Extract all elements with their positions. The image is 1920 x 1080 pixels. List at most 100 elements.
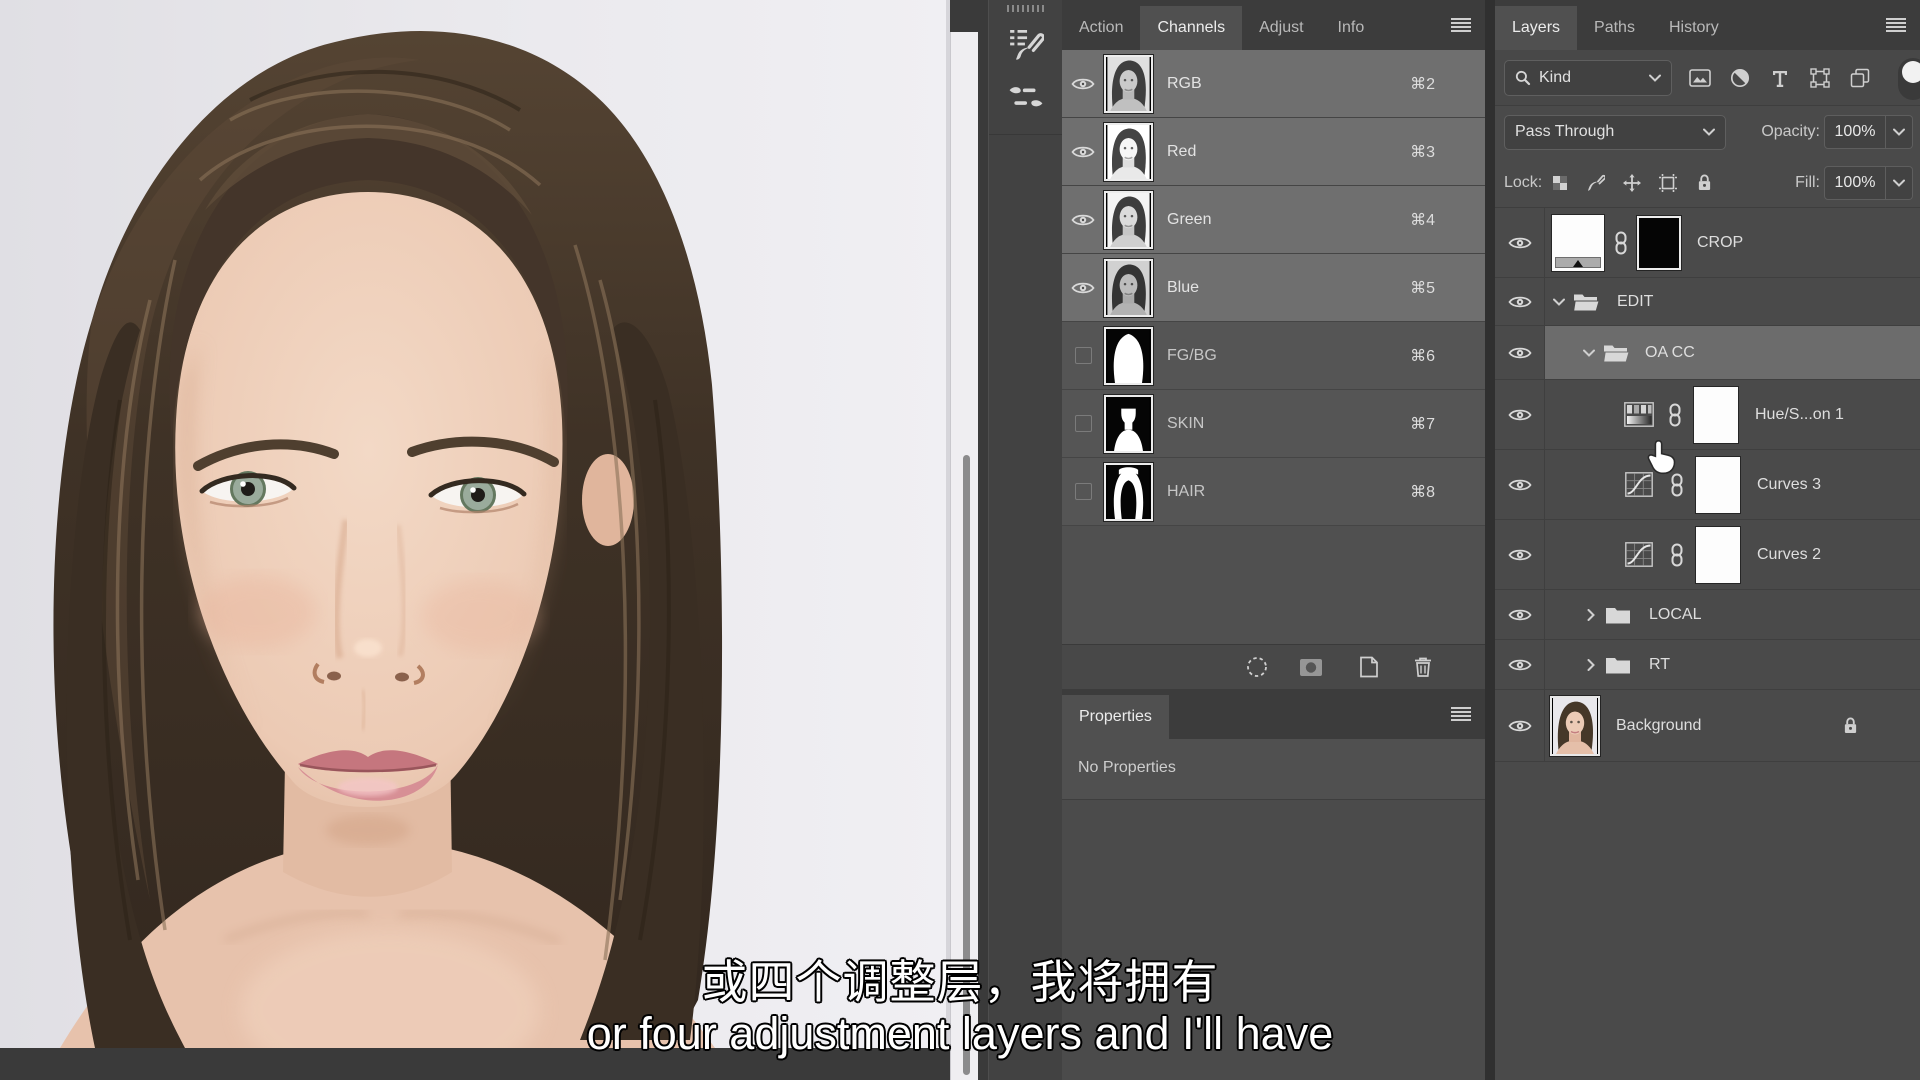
smart-object-filter-icon bbox=[1850, 68, 1870, 88]
layer-row-crop[interactable]: CROP bbox=[1495, 208, 1920, 278]
channel-row-fgbg[interactable]: FG/BG ⌘6 bbox=[1062, 322, 1485, 390]
lock-all-button[interactable] bbox=[1686, 168, 1722, 198]
kind-filter-dropdown[interactable]: Kind bbox=[1504, 59, 1672, 96]
brushes-panel-button[interactable] bbox=[998, 74, 1054, 120]
filter-shape-layers-button[interactable] bbox=[1800, 60, 1840, 96]
layer-name[interactable]: Hue/S...on 1 bbox=[1755, 406, 1844, 424]
eye-empty-well bbox=[1074, 483, 1092, 500]
visibility-toggle[interactable] bbox=[1495, 380, 1545, 449]
visibility-toggle[interactable] bbox=[1062, 281, 1104, 295]
visibility-toggle[interactable] bbox=[1495, 326, 1545, 379]
layer-name[interactable]: OA CC bbox=[1645, 344, 1695, 362]
visibility-toggle[interactable] bbox=[1062, 415, 1104, 432]
brush-settings-panel-button[interactable] bbox=[998, 20, 1054, 66]
tab-history[interactable]: History bbox=[1652, 6, 1736, 50]
tab-action[interactable]: Action bbox=[1062, 6, 1140, 50]
channel-row-hair[interactable]: HAIR ⌘8 bbox=[1062, 458, 1485, 526]
visibility-toggle[interactable] bbox=[1495, 278, 1545, 325]
visibility-toggle[interactable] bbox=[1495, 640, 1545, 689]
layer-name[interactable]: RT bbox=[1649, 656, 1670, 674]
visibility-toggle[interactable] bbox=[1495, 690, 1545, 761]
layer-row-oa-cc[interactable]: OA CC bbox=[1495, 326, 1920, 380]
chevron-down-icon[interactable] bbox=[1553, 298, 1565, 306]
visibility-toggle[interactable] bbox=[1062, 483, 1104, 500]
filter-pixel-layers-button[interactable] bbox=[1680, 60, 1720, 96]
save-selection-button[interactable] bbox=[1298, 654, 1324, 680]
tab-properties[interactable]: Properties bbox=[1062, 695, 1169, 739]
delete-channel-button[interactable] bbox=[1410, 654, 1436, 680]
tab-adjust[interactable]: Adjust bbox=[1242, 6, 1320, 50]
panel-menu-icon[interactable] bbox=[1451, 18, 1471, 32]
lock-artboard-button[interactable] bbox=[1650, 168, 1686, 198]
channel-name: FG/BG bbox=[1167, 346, 1217, 364]
filter-smart-objects-button[interactable] bbox=[1840, 60, 1880, 96]
layer-name[interactable]: LOCAL bbox=[1649, 606, 1701, 624]
channel-row-red[interactable]: Red ⌘3 bbox=[1062, 118, 1485, 186]
tab-channels[interactable]: Channels bbox=[1140, 6, 1243, 50]
channel-name: SKIN bbox=[1167, 414, 1205, 432]
channel-row-green[interactable]: Green ⌘4 bbox=[1062, 186, 1485, 254]
visibility-toggle[interactable] bbox=[1495, 590, 1545, 639]
layer-name[interactable]: EDIT bbox=[1617, 293, 1653, 311]
chevron-right-icon[interactable] bbox=[1587, 659, 1595, 671]
tab-layers[interactable]: Layers bbox=[1495, 6, 1578, 50]
layer-row-edit[interactable]: EDIT bbox=[1495, 278, 1920, 326]
layer-row-background[interactable]: Background bbox=[1495, 690, 1920, 762]
layer-mask-thumbnail[interactable] bbox=[1695, 525, 1741, 584]
dock-grip-handle[interactable] bbox=[1006, 5, 1045, 12]
visibility-toggle[interactable] bbox=[1495, 208, 1545, 277]
filter-toggle-switch[interactable] bbox=[1898, 58, 1920, 100]
layer-mask-thumbnail[interactable] bbox=[1695, 455, 1741, 514]
channel-row-rgb[interactable]: RGB ⌘2 bbox=[1062, 50, 1485, 118]
layer-row-local[interactable]: LOCAL bbox=[1495, 590, 1920, 640]
opacity-input[interactable]: 100% bbox=[1824, 115, 1886, 149]
fill-dropdown-button[interactable] bbox=[1886, 165, 1913, 200]
chevron-down-icon[interactable] bbox=[1583, 349, 1595, 357]
visibility-toggle[interactable] bbox=[1062, 347, 1104, 364]
layer-row-curves-2[interactable]: Curves 2 bbox=[1495, 520, 1920, 590]
channel-row-skin[interactable]: SKIN ⌘7 bbox=[1062, 390, 1485, 458]
opacity-dropdown-button[interactable] bbox=[1886, 115, 1913, 149]
channel-row-blue[interactable]: Blue ⌘5 bbox=[1062, 254, 1485, 322]
channel-shortcut: ⌘5 bbox=[1410, 279, 1435, 297]
fill-input[interactable]: 100% bbox=[1824, 165, 1886, 200]
brushes-icon bbox=[1008, 83, 1044, 111]
layer-mask-thumbnail[interactable] bbox=[1636, 214, 1682, 271]
filter-adjustment-layers-button[interactable] bbox=[1720, 60, 1760, 96]
link-icon bbox=[1667, 403, 1683, 427]
no-properties-text: No Properties bbox=[1078, 759, 1176, 776]
layer-name[interactable]: Background bbox=[1616, 717, 1701, 735]
hue-saturation-adjustment-icon[interactable] bbox=[1623, 402, 1655, 428]
layer-thumbnail[interactable] bbox=[1549, 694, 1601, 757]
new-channel-icon bbox=[1359, 656, 1379, 678]
layer-mask-thumbnail[interactable] bbox=[1693, 385, 1739, 444]
visibility-toggle[interactable] bbox=[1062, 77, 1104, 91]
panel-menu-icon[interactable] bbox=[1886, 18, 1906, 32]
layer-name[interactable]: Curves 3 bbox=[1757, 476, 1821, 494]
visibility-toggle[interactable] bbox=[1495, 520, 1545, 589]
new-channel-button[interactable] bbox=[1356, 654, 1382, 680]
eye-empty-well bbox=[1074, 347, 1092, 364]
layer-row-curves-3[interactable]: Curves 3 bbox=[1495, 450, 1920, 520]
tab-paths[interactable]: Paths bbox=[1577, 6, 1652, 50]
layer-row-rt[interactable]: RT bbox=[1495, 640, 1920, 690]
panel-menu-icon[interactable] bbox=[1451, 707, 1471, 721]
lock-move-button[interactable] bbox=[1614, 168, 1650, 198]
layer-row-hue-saturation[interactable]: Hue/S...on 1 bbox=[1495, 380, 1920, 450]
blend-mode-dropdown[interactable]: Pass Through bbox=[1504, 114, 1726, 150]
tab-info[interactable]: Info bbox=[1321, 6, 1382, 50]
filter-type-layers-button[interactable] bbox=[1760, 60, 1800, 96]
visibility-toggle[interactable] bbox=[1062, 145, 1104, 159]
layer-name[interactable]: CROP bbox=[1697, 234, 1743, 252]
visibility-toggle[interactable] bbox=[1495, 450, 1545, 519]
curves-adjustment-icon[interactable] bbox=[1623, 542, 1655, 568]
load-selection-button[interactable] bbox=[1244, 654, 1270, 680]
eye-icon bbox=[1508, 608, 1532, 622]
layer-name[interactable]: Curves 2 bbox=[1757, 546, 1821, 564]
adjustment-thumbnail[interactable] bbox=[1551, 213, 1605, 272]
eye-icon bbox=[1508, 408, 1532, 422]
lock-paint-button[interactable] bbox=[1578, 168, 1614, 198]
lock-transparency-button[interactable] bbox=[1542, 168, 1578, 198]
chevron-right-icon[interactable] bbox=[1587, 609, 1595, 621]
visibility-toggle[interactable] bbox=[1062, 213, 1104, 227]
